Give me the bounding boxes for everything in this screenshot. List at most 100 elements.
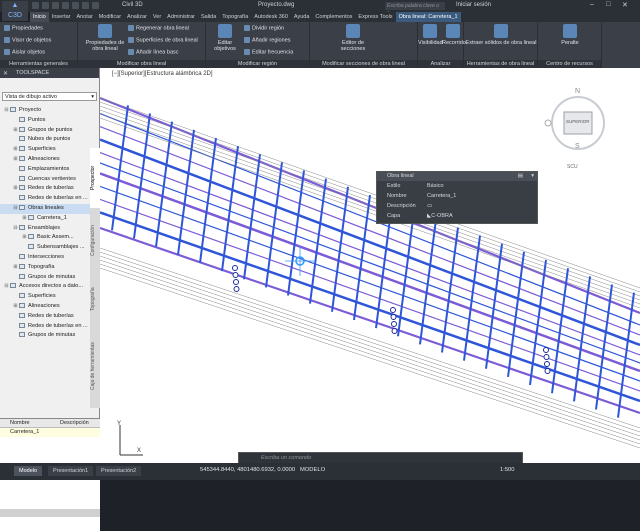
expand-toggle-icon[interactable]: ⊟ [13, 224, 18, 234]
tab-topografia[interactable]: Topografía [90, 274, 100, 324]
tab-obra-lineal[interactable]: Obra lineal: Carretera_1 [395, 12, 461, 22]
panel-title[interactable]: Herramientas de obra lineal [464, 60, 537, 68]
tab-insertar[interactable]: Insertar [49, 12, 74, 22]
tab-prospector[interactable]: Prospector [90, 148, 100, 208]
tree-item[interactable]: Intersecciones [0, 253, 90, 263]
tab-ayuda[interactable]: Ayuda [291, 12, 313, 22]
tab-salida[interactable]: Salida [198, 12, 219, 22]
tree-item[interactable]: Nubes de puntos [0, 135, 90, 145]
expand-toggle-icon[interactable]: ⊞ [13, 184, 18, 194]
panel-title[interactable]: Modificar secciones de obra lineal [310, 60, 417, 68]
tab-modelo[interactable]: Modelo [14, 466, 43, 476]
tree-item[interactable]: ⊟ Proyecto [0, 106, 90, 116]
expand-toggle-icon[interactable]: ⊟ [4, 282, 9, 292]
list-item[interactable]: Carretera_1 [0, 428, 100, 437]
regenerar-obra-lineal-button[interactable]: Regenerar obra lineal [128, 25, 189, 31]
annotation-scale[interactable]: 1:500 [500, 467, 515, 473]
tree-item[interactable]: ⊟ Obras lineales [0, 203, 90, 214]
menu-icon[interactable]: ▤ [518, 172, 523, 181]
print-icon[interactable] [72, 2, 79, 9]
peralte-button[interactable]: Peralte [552, 24, 588, 46]
compass-north[interactable]: N [575, 88, 580, 95]
column-nombre[interactable]: Nombre [0, 419, 50, 427]
tab-inicio[interactable]: Inicio [30, 12, 49, 22]
tree-item[interactable]: Grupos de minutas [0, 273, 90, 283]
saveas-icon[interactable] [62, 2, 69, 9]
sign-in-link[interactable]: Iniciar sesión [456, 2, 491, 8]
new-icon[interactable] [32, 2, 39, 9]
tree-item[interactable]: ⊞ Topografía [0, 263, 90, 273]
horizontal-scrollbar[interactable] [0, 509, 100, 517]
expand-toggle-icon[interactable]: ⊞ [13, 126, 18, 136]
editar-frecuencia-button[interactable]: Editar frecuencia [244, 49, 293, 55]
station-marker[interactable] [544, 368, 551, 374]
expand-toggle-icon[interactable]: ⊞ [13, 263, 18, 273]
tree-item[interactable]: Redes de tuberías en ... [0, 194, 90, 204]
station-marker[interactable] [391, 328, 398, 334]
superficies-obra-lineal-button[interactable]: Superficies de obra lineal [128, 37, 198, 43]
compass-south[interactable]: S [575, 143, 580, 150]
panel-title[interactable]: Herramientas generales [0, 60, 77, 68]
expand-toggle-icon[interactable]: ⊞ [22, 233, 27, 243]
tab-administrar[interactable]: Administrar [164, 12, 198, 22]
aislar-objetos-button[interactable]: Aislar objetos [4, 49, 45, 55]
station-marker[interactable] [390, 307, 396, 313]
visor-objetos-button[interactable]: Visor de objetos [4, 37, 51, 43]
save-icon[interactable] [52, 2, 59, 9]
view-select[interactable]: Vista de dibujo activo ▾ [2, 92, 97, 101]
tab-configuracion[interactable]: Configuración [90, 210, 100, 272]
tab-ver[interactable]: Ver [150, 12, 164, 22]
tree-item[interactable]: ⊟ Ensamblajes [0, 224, 90, 234]
propiedades-button[interactable]: Propiedades [4, 25, 43, 31]
panel-title[interactable]: Modificar obra lineal [78, 60, 205, 68]
tree-item[interactable]: ⊞ Grupos de puntos [0, 126, 90, 136]
tree-item[interactable]: ⊞ Superficies [0, 145, 90, 155]
extraer-solidos-button[interactable]: Extraer sólidos de obra lineal [464, 24, 538, 46]
tree-item[interactable]: Redes de tuberías en ... [0, 322, 90, 332]
expand-toggle-icon[interactable]: ⊟ [13, 204, 18, 214]
tab-caja-herramientas[interactable]: Caja de herramientas [90, 326, 100, 406]
tree-item[interactable]: ⊞ Alineaciones [0, 302, 90, 312]
panel-title[interactable]: Centro de recursos [538, 60, 601, 68]
civil3d-logo[interactable]: ▲ C3D [2, 1, 28, 21]
panel-title[interactable]: Modificar región [206, 60, 309, 68]
visibilidad-button[interactable]: Visibilidad [418, 24, 443, 46]
tree-item[interactable]: Superficies [0, 292, 90, 302]
viewport-controls-label[interactable]: [−][Superior][Estructura alámbrica 2D] [112, 71, 213, 77]
station-marker[interactable] [233, 279, 239, 285]
maximize-icon[interactable]: □ [606, 1, 610, 8]
editor-secciones-button[interactable]: Editor de secciones [330, 24, 376, 52]
expand-toggle-icon[interactable]: ⊞ [13, 145, 18, 155]
tree-item[interactable]: ⊟ Accesos directos a dato... [0, 282, 90, 292]
column-descripcion[interactable]: Descripción [50, 419, 89, 427]
open-icon[interactable] [42, 2, 49, 9]
tab-express-tools[interactable]: Express Tools [355, 12, 395, 22]
tree-item[interactable]: Redes de tuberías [0, 312, 90, 322]
station-marker[interactable] [232, 272, 239, 278]
redo-icon[interactable] [92, 2, 99, 9]
tab-topografia[interactable]: Topografía [219, 12, 251, 22]
tree-item[interactable]: Puntos [0, 116, 90, 126]
tree-item[interactable]: Cuencas vertientes [0, 175, 90, 185]
anadir-linea-base-button[interactable]: Añadir línea basc [128, 49, 179, 55]
editar-objetivos-button[interactable]: Editar objetivos [208, 24, 242, 52]
search-input[interactable]: Escriba palabra clave o frase [385, 2, 445, 17]
undo-icon[interactable] [82, 2, 89, 9]
tree-item[interactable]: ⊞ Basic Assem... [0, 233, 90, 243]
minimize-icon[interactable]: – [590, 1, 594, 8]
station-marker[interactable] [543, 354, 550, 360]
recorrido-button[interactable]: Recorrido [442, 24, 466, 46]
expand-toggle-icon[interactable]: ⊟ [4, 106, 9, 116]
chevron-down-icon[interactable]: ▾ [531, 172, 534, 181]
station-marker[interactable] [390, 314, 397, 320]
tree-item[interactable]: Subensamblajes ... [0, 243, 90, 253]
tab-modificar[interactable]: Modificar [96, 12, 124, 22]
tab-presentacion1[interactable]: Presentación1 [48, 466, 94, 476]
tab-analizar[interactable]: Analizar [124, 12, 150, 22]
expand-toggle-icon[interactable]: ⊞ [22, 214, 27, 224]
dividir-region-button[interactable]: Dividir región [244, 25, 284, 31]
tab-complementos[interactable]: Complementos [312, 12, 355, 22]
station-marker[interactable] [543, 347, 549, 353]
station-marker[interactable] [544, 361, 550, 367]
propiedades-obra-lineal-button[interactable]: Propiedades de obra lineal [82, 24, 128, 52]
